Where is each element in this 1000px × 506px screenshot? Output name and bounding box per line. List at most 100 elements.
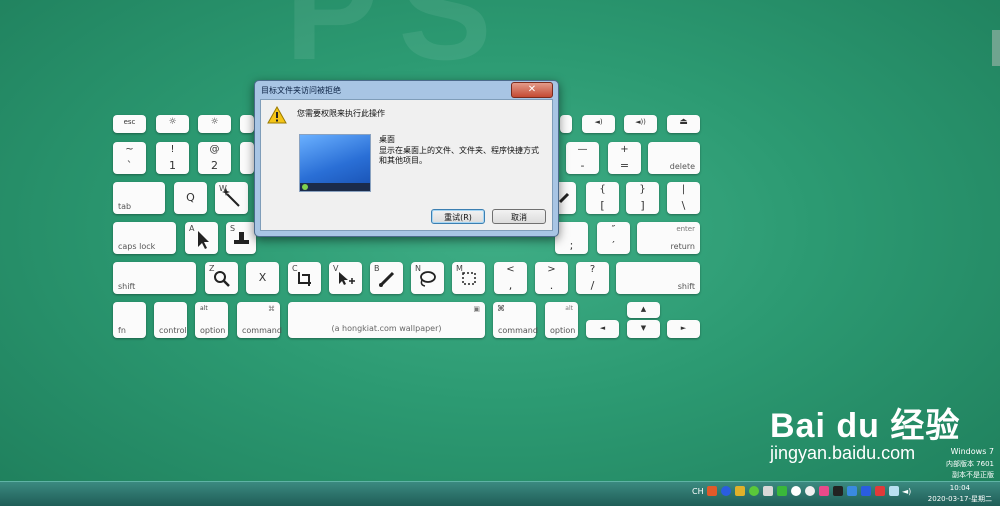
key-shift-left: shift: [113, 262, 196, 294]
key-1-top: !: [170, 144, 175, 155]
key-x: X: [246, 262, 279, 294]
cursor-icon: [198, 231, 209, 249]
clock-time: 10:04: [949, 484, 970, 492]
windows-genuine-notice: 副本不是正版: [952, 471, 994, 479]
key-tab-label: tab: [118, 202, 132, 211]
key-option2-label: option: [550, 326, 576, 335]
key-shift-left-label: shift: [118, 282, 136, 291]
key-option-left: alt option: [195, 302, 228, 338]
key-equals-bottom: =: [619, 159, 630, 172]
cancel-button[interactable]: 取消: [492, 209, 546, 224]
key-f2: ☼: [198, 115, 231, 133]
key-b: B: [370, 262, 403, 294]
taskbar: CH ◄) 10:04 2020-03-17-星期二: [0, 481, 1000, 506]
key-minus-top: —: [577, 144, 588, 155]
volume-icon[interactable]: ◄): [902, 487, 911, 496]
key-semicolon-label: ;: [569, 239, 574, 252]
key-equals: + =: [608, 142, 641, 174]
input-language[interactable]: CH: [692, 487, 704, 496]
key-quote: ″ ′: [597, 222, 630, 254]
tray-icon-5[interactable]: [833, 486, 843, 496]
key-tab: tab: [113, 182, 165, 214]
key-f1: ☼: [156, 115, 189, 133]
key-f9: [560, 115, 572, 133]
crop-icon: [298, 272, 311, 286]
key-command-left: ⌘ command: [237, 302, 282, 338]
key-enter-label: enter: [676, 225, 695, 233]
key-arrow-right: ►: [667, 320, 700, 338]
key-shift-right: shift: [616, 262, 700, 294]
dialog-close-button[interactable]: ✕: [511, 82, 553, 98]
lasso-icon: [420, 271, 436, 287]
brightness-down-icon: ☼: [168, 117, 177, 127]
key-rbracket-top: }: [639, 184, 646, 195]
key-semicolon: ;: [555, 222, 588, 254]
retry-button[interactable]: 重试(R): [431, 209, 485, 224]
key-option-right: alt option: [545, 302, 578, 338]
tray-icon-1[interactable]: [735, 486, 745, 496]
key-2-top: @: [209, 144, 220, 155]
key-rbracket-bottom: ]: [640, 199, 645, 212]
start-orb-icon: [302, 184, 308, 190]
key-comma-top: <: [506, 264, 515, 275]
key-caps-lock: caps lock: [113, 222, 176, 254]
key-period-bottom: .: [549, 279, 554, 292]
key-backslash-top: |: [681, 184, 686, 195]
tray-icon-7[interactable]: [861, 486, 871, 496]
zoom-icon: [214, 271, 230, 287]
dialog-body: 您需要权限来执行此操作 桌面 显示在桌面上的文件、文件夹、程序快捷方式和其他项目…: [260, 99, 553, 231]
warning-icon: [267, 106, 287, 124]
tray-icon-8[interactable]: [875, 486, 885, 496]
key-slash-bottom: /: [590, 279, 595, 292]
key-period-top: >: [547, 264, 556, 275]
key-arrow-up: ▲: [627, 302, 660, 318]
arrow-down-icon: ▼: [640, 324, 647, 332]
key-command-right: ⌘ command: [493, 302, 538, 338]
command-icon: ⌘: [268, 305, 275, 313]
key-space-label: (a hongkiat.com wallpaper): [331, 324, 442, 333]
key-quote-top: ″: [611, 224, 616, 235]
security-icon[interactable]: [777, 486, 787, 496]
key-shift-right-label: shift: [677, 282, 695, 291]
key-3: [240, 142, 254, 174]
key-left-bracket: {[: [586, 182, 619, 214]
key-return-label: return: [670, 242, 695, 251]
marquee-icon: [462, 272, 476, 285]
key-tilde: ~ `: [113, 142, 146, 174]
ime-icon[interactable]: [707, 486, 717, 496]
network-icon[interactable]: [889, 486, 899, 496]
item-name: 桌面: [379, 135, 395, 144]
tray-icon-3[interactable]: [763, 486, 773, 496]
tray-icon-6[interactable]: [847, 486, 857, 496]
key-s: S: [226, 222, 256, 254]
wechat-icon[interactable]: [791, 486, 801, 496]
key-return: enter return: [637, 222, 700, 254]
key-lbracket-top: {: [599, 184, 606, 195]
key-1-bottom: 1: [169, 159, 176, 172]
tray-icon-4[interactable]: [819, 486, 829, 496]
key-slash: ? /: [576, 262, 609, 294]
key-2: @2: [198, 142, 231, 174]
qq-icon[interactable]: [805, 486, 815, 496]
arrow-right-icon: ►: [680, 324, 687, 332]
clock-date: 2020-03-17-星期二: [927, 495, 992, 503]
key-caps-label: caps lock: [118, 242, 156, 251]
key-delete-label: delete: [669, 162, 695, 171]
key-command-label: command: [242, 326, 282, 335]
desktop-scroll-indicator: [992, 30, 1000, 66]
wallpaper-ps-logo: PS: [285, 0, 512, 89]
tray-icon-2[interactable]: [749, 486, 759, 496]
key-1: ! 1: [156, 142, 189, 174]
system-clock[interactable]: 10:04 2020-03-17-星期二: [928, 483, 992, 505]
key-backslash: | \: [667, 182, 700, 214]
key-alt2-label: alt: [565, 305, 573, 312]
key-delete: delete: [648, 142, 700, 174]
key-eject: ⏏: [667, 115, 700, 133]
help-icon[interactable]: [721, 486, 731, 496]
key-minus: — -: [566, 142, 599, 174]
move-tool-icon: [339, 272, 355, 285]
eject-icon: ⏏: [679, 117, 688, 127]
key-slash-top: ?: [589, 264, 596, 275]
stamp-icon: [234, 232, 249, 244]
windows-build: 内部版本 7601: [945, 460, 994, 468]
